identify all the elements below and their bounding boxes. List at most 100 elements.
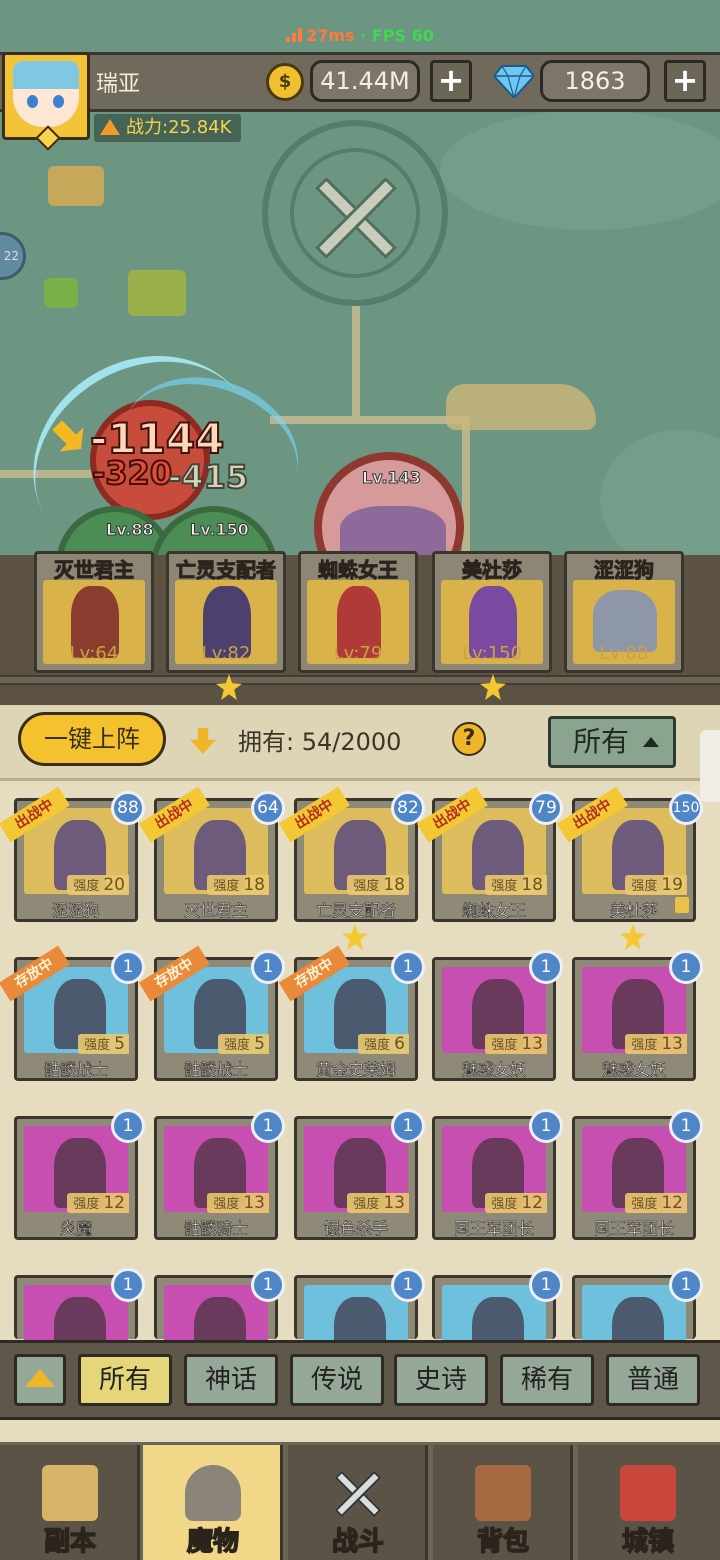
battle-emblem[interactable] [262,120,448,306]
strength-value: 18 [243,875,265,895]
map-node-tree[interactable] [44,278,78,308]
filter-epic-button[interactable]: 史诗 [394,1354,488,1406]
perf-separator: · [360,26,367,45]
filter-rare-button[interactable]: 稀有 [500,1354,594,1406]
monster-card[interactable]: 出战中 强度 18 亡灵支配者 82 [278,786,425,922]
strength-value: 5 [254,1034,265,1054]
monster-card[interactable]: 1 [572,1268,703,1371]
monster-card[interactable]: 强度 12 国王军团长 1 [432,1109,563,1240]
lock-icon[interactable] [675,897,689,913]
owned-label: 拥有: [238,728,295,756]
monster-name: 亡灵支配者 [315,901,397,921]
sort-filter-dropdown[interactable]: 所有 [548,716,676,768]
nav-town[interactable]: 城镇 [578,1445,720,1560]
monster-card[interactable]: 强度 12 炎魔 1 [14,1109,145,1240]
add-gold-button[interactable]: + [430,60,472,102]
monster-card[interactable]: 1 [432,1268,563,1371]
nav-monsters[interactable]: 魔物 [143,1445,283,1560]
monster-card[interactable]: 强度 12 国王军团长 1 [572,1109,703,1240]
side-drawer-handle[interactable] [700,730,720,802]
filter-common-button[interactable]: 普通 [606,1354,700,1406]
strength-label: 强度 [353,879,380,894]
monster-card[interactable]: 强度 13 魅惑女妖 1 [432,950,563,1081]
lineup-monster-name: 亡灵支配者 [176,558,277,583]
strength-badge: 强度 18 [207,875,269,895]
owned-value: 54/2000 [301,728,402,756]
add-gems-button[interactable]: + [664,60,706,102]
monster-card[interactable]: 强度 13 骷髅骑士 1 [154,1109,285,1240]
damage-number: -320 [91,453,173,493]
strength-label: 强度 [213,879,240,894]
monster-card[interactable]: 出战中 强度 20 涩涩狗 88 [0,786,145,922]
monster-card[interactable]: 1 [14,1268,145,1371]
nav-label: 背包 [476,1526,530,1558]
filter-all-button[interactable]: 所有 [78,1354,172,1406]
monster-card[interactable]: 存放中 强度 5 骷髅战士 1 [138,945,285,1081]
monster-card[interactable]: 强度 13 魅惑女妖 1 [572,950,703,1081]
shop-icon [620,1465,676,1521]
sort-filter-label: 所有 [573,725,630,758]
lineup-monster-level: Lv:150 [461,643,523,664]
lineup-monster-name: 涩涩狗 [594,558,655,583]
lineup-slot[interactable]: 涩涩狗 Lv:88 [564,551,684,673]
crossed-swords-icon [330,1465,386,1521]
strength-value: 13 [383,1193,405,1213]
count-badge: 1 [529,1109,563,1143]
monster-card[interactable]: 1 [154,1268,285,1371]
nav-backpack[interactable]: 背包 [433,1445,573,1560]
lineup-monster-name: 美杜莎 [462,558,523,583]
map-path [270,416,470,424]
collapse-panel-button[interactable] [14,1354,66,1406]
strength-value: 18 [383,875,405,895]
filter-legendary-button[interactable]: 传说 [290,1354,384,1406]
lineup-slot[interactable]: 亡灵支配者 Lv:82 [166,551,286,673]
monster-name: 骷髅战士 [43,1060,109,1080]
lineup-monster-level: Lv:64 [69,643,119,664]
help-button[interactable]: ? [452,722,486,756]
filter-mythic-button[interactable]: 神话 [184,1354,278,1406]
monster-card[interactable]: 存放中 强度 6 黄金史莱姆 1 [278,945,425,1081]
nav-label: 副本 [43,1526,97,1558]
monster-card[interactable]: 出战中 强度 18 灭世君主 64 [138,786,285,922]
count-badge: 88 [111,791,145,825]
map-path [352,300,360,420]
map-node-grove[interactable] [128,270,186,316]
monster-card[interactable]: 强度 13 银色杀手 1 [294,1109,425,1240]
strength-label: 强度 [73,1197,100,1212]
monster-card[interactable]: 1 [294,1268,425,1371]
chevron-up-icon [25,1369,55,1387]
strength-label: 强度 [364,1038,391,1053]
strength-value: 12 [661,1193,683,1213]
strength-badge: 强度 20 [67,875,129,895]
count-badge: 1 [529,950,563,984]
monster-name: 魅惑女妖 [461,1060,527,1080]
nav-dungeon[interactable]: 副本 [0,1445,140,1560]
strength-badge: 强度 12 [67,1193,129,1213]
monster-card[interactable]: 存放中 强度 5 骷髅战士 1 [0,945,145,1081]
lineup-slot[interactable]: 灭世君主 Lv:64 [34,551,154,673]
power-icon [100,119,120,135]
boss-level: Lv.143 [362,468,422,488]
gold-coin-icon: $ [266,63,304,101]
player-avatar[interactable] [2,52,90,151]
count-badge: 1 [391,1109,425,1143]
avatar-face [13,61,79,127]
count-badge: 82 [391,791,425,825]
map-node-ruins[interactable] [48,166,104,206]
nav-battle[interactable]: 战斗 [288,1445,428,1560]
strength-label: 强度 [631,879,658,894]
monster-card[interactable]: 出战中 强度 18 蜘蛛女王 79 [416,786,563,922]
strength-value: 13 [661,1034,683,1054]
gem-amount: 1863 [540,60,650,102]
auto-deploy-button[interactable]: 一键上阵 [18,712,166,766]
strength-badge: 强度 12 [625,1193,687,1213]
lineup-slot[interactable]: 美杜莎 Lv:150 [432,551,552,673]
monster-name: 国王军团长 [453,1219,535,1239]
count-badge: 1 [111,1268,145,1302]
lineup-slot[interactable]: 蜘蛛女王 Lv:79 [298,551,418,673]
owned-count: 拥有: 54/2000 [238,722,401,757]
monster-card[interactable]: 出战中 强度 19 美杜莎 150 [556,786,703,922]
count-badge: 1 [529,1268,563,1302]
nav-label: 城镇 [621,1526,675,1558]
map-icon [42,1465,98,1521]
